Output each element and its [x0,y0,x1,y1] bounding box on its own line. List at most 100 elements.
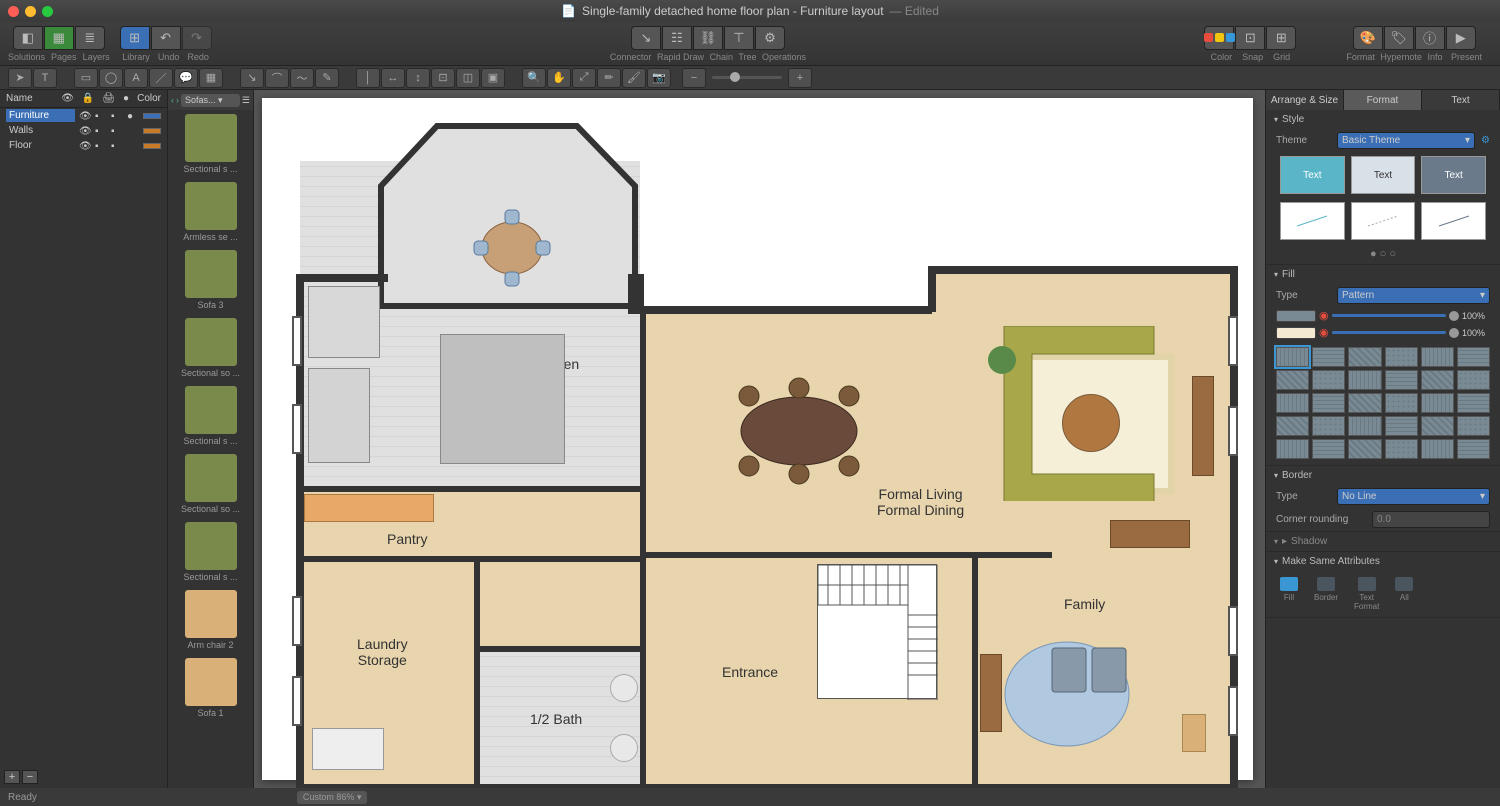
library-item[interactable]: Sectional so ... [168,450,253,518]
rapid-draw-button[interactable]: ☷ [662,26,692,50]
living-sofa[interactable] [994,326,1164,501]
fill-type-select[interactable]: Pattern▾ [1337,287,1490,304]
pattern-swatch[interactable] [1312,370,1345,390]
remove-layer-button[interactable]: − [22,770,38,784]
color-button[interactable] [1204,26,1234,50]
canvas[interactable]: Eat-in Kitchen Pantry Laundry Storage 1/… [262,98,1253,780]
pattern-swatch[interactable] [1421,370,1454,390]
zoom-dropdown[interactable]: Custom 86% ▾ [297,791,368,804]
redo-button[interactable]: ↷ [182,26,212,50]
pattern-swatch[interactable] [1385,393,1418,413]
pattern-swatch[interactable] [1421,347,1454,367]
console-table[interactable] [1192,376,1214,476]
pattern-swatch[interactable] [1421,439,1454,459]
pattern-swatch[interactable] [1457,370,1490,390]
pattern-swatch[interactable] [1385,347,1418,367]
section-fill[interactable]: Fill [1266,265,1500,284]
pattern-swatch[interactable] [1457,393,1490,413]
theme-gear-icon[interactable]: ⚙ [1481,135,1490,146]
color-picker-icon[interactable]: ◉ [1319,326,1329,339]
table-tool[interactable]: ▦ [199,68,223,88]
zoom-tool[interactable]: 🔍 [522,68,546,88]
tab-format[interactable]: Format [1344,90,1422,110]
kitchen-table[interactable] [472,208,552,288]
rect-tool[interactable]: ▭ [74,68,98,88]
layer-row-floor[interactable]: Floor 👁▪▪ [0,138,167,153]
section-attrs[interactable]: Make Same Attributes [1266,552,1500,571]
tab-arrange[interactable]: Arrange & Size [1266,90,1344,110]
washer[interactable] [312,728,384,770]
theme-card[interactable]: Text [1421,156,1486,194]
pattern-swatch[interactable] [1312,347,1345,367]
library-button[interactable]: ⊞ [120,26,150,50]
connector-tool[interactable]: ↘ [240,68,264,88]
minimize-window-button[interactable] [25,6,36,17]
operations-button[interactable]: ⚙ [755,26,785,50]
dining-table[interactable] [719,376,879,486]
dim-tool[interactable]: ↔ [381,68,405,88]
camera-tool[interactable]: 📷 [647,68,671,88]
pattern-swatch[interactable] [1276,393,1309,413]
pattern-swatch[interactable] [1385,416,1418,436]
brush-tool[interactable]: 🖌 [622,68,646,88]
library-item[interactable]: Arm chair 2 [168,586,253,654]
lib-next-button[interactable]: › [176,95,179,105]
layer-row-walls[interactable]: Walls 👁▪▪ [0,123,167,138]
pattern-swatch[interactable] [1348,393,1381,413]
section-border[interactable]: Border [1266,466,1500,485]
snap-button[interactable]: ⊡ [1235,26,1265,50]
family-tvstand[interactable] [980,654,1002,732]
window[interactable] [1228,686,1238,736]
spline-tool[interactable]: 〜 [290,68,314,88]
misc-tool-1[interactable]: ⊡ [431,68,455,88]
zoom-slider[interactable]: − + [682,68,812,88]
fill-opacity-1[interactable] [1332,314,1446,317]
canvas-area[interactable]: Eat-in Kitchen Pantry Laundry Storage 1/… [254,90,1265,788]
pattern-swatch[interactable] [1276,416,1309,436]
fill-color-2[interactable] [1276,327,1316,339]
family-chairs[interactable] [1050,646,1130,726]
theme-card-line[interactable] [1421,202,1486,240]
pen-tool[interactable]: ✎ [315,68,339,88]
ellipse-tool[interactable]: ◯ [99,68,123,88]
connector-button[interactable]: ↘ [631,26,661,50]
window[interactable] [292,676,302,726]
theme-card-line[interactable] [1351,202,1416,240]
dim2-tool[interactable]: ↕ [406,68,430,88]
window[interactable] [292,596,302,646]
pattern-swatch[interactable] [1457,347,1490,367]
eyedropper-tool[interactable]: ⤢ [572,68,596,88]
pattern-swatch[interactable] [1348,416,1381,436]
tree-button[interactable]: ⊤ [724,26,754,50]
theme-card-line[interactable] [1280,202,1345,240]
pattern-swatch[interactable] [1421,416,1454,436]
pan-tool[interactable]: ✋ [547,68,571,88]
grid-button[interactable]: ⊞ [1266,26,1296,50]
pantry-counter[interactable] [304,494,434,522]
theme-select[interactable]: Basic Theme ▾ [1337,132,1475,149]
present-button[interactable]: ▶ [1446,26,1476,50]
pattern-swatch[interactable] [1348,439,1381,459]
pattern-swatch[interactable] [1276,370,1309,390]
pages-button[interactable]: ▦ [44,26,74,50]
format-button[interactable]: 🎨 [1353,26,1383,50]
window[interactable] [292,404,302,454]
library-dropdown[interactable]: Sofas... ▾ [181,94,240,107]
pattern-swatch[interactable] [1312,393,1345,413]
theme-card[interactable]: Text [1351,156,1416,194]
library-item[interactable]: Sofa 3 [168,246,253,314]
bath-sink-1[interactable] [610,674,638,702]
window[interactable] [1228,606,1238,656]
stove[interactable] [308,368,370,463]
pattern-swatch[interactable] [1276,439,1309,459]
tab-text[interactable]: Text [1422,90,1500,110]
layer-row-furniture[interactable]: Furniture 👁▪▪● [0,108,167,123]
attr-border[interactable]: Border [1314,577,1338,611]
line-tool[interactable]: ／ [149,68,173,88]
attr-all[interactable]: All [1395,577,1413,611]
library-item[interactable]: Sectional so ... [168,314,253,382]
section-style[interactable]: Style [1266,110,1500,129]
library-item[interactable]: Sectional s ... [168,110,253,178]
chain-button[interactable]: ⛓ [693,26,723,50]
library-item[interactable]: Sofa 1 [168,654,253,722]
